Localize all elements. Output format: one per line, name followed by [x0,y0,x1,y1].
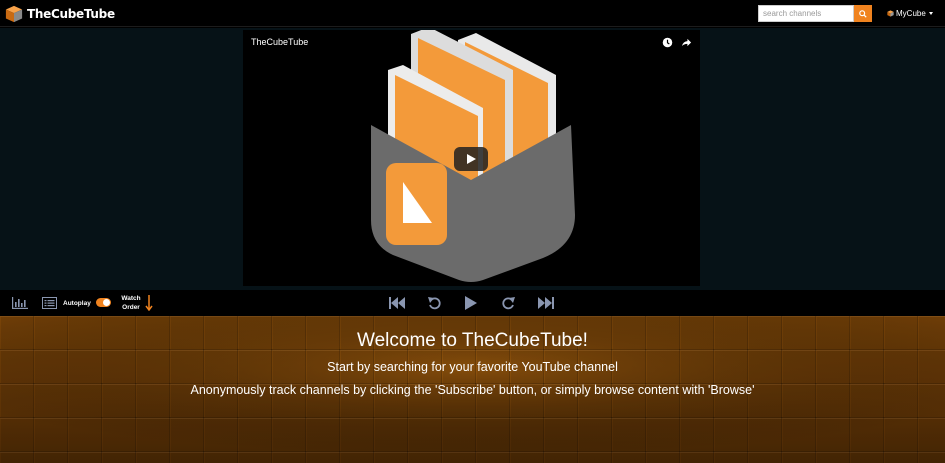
skip-back-icon [389,297,405,309]
search-icon [859,9,867,18]
search-group [758,5,872,22]
redo-icon [502,297,515,310]
stats-icon [12,297,28,309]
welcome-banner: Welcome to TheCubeTube! Start by searchi… [0,316,945,463]
user-menu-label: MyCube [896,8,926,18]
share-icon[interactable] [681,37,692,48]
cube-small-icon [887,9,894,17]
caret-down-icon [928,11,933,15]
skip-forward-icon [538,297,554,309]
user-menu[interactable]: MyCube [887,7,933,19]
player-stage: TheCubeTube [0,28,945,290]
order-arrow[interactable] [145,295,153,311]
replay-button[interactable] [428,295,442,311]
video-title: TheCubeTube [251,37,309,47]
toggle-knob [103,299,110,306]
video-player[interactable]: TheCubeTube [243,30,700,286]
watch-order-line2: Order [122,304,140,311]
cube-logo-icon [5,5,23,22]
list-button[interactable] [42,297,57,309]
watch-order-button[interactable]: Watch Order [119,294,143,312]
navbar: TheCubeTube MyCube [0,0,945,27]
redo-button[interactable] [501,295,515,311]
play-icon [465,296,477,310]
arrow-down-icon [145,295,153,311]
welcome-description: Anonymously track channels by clicking t… [190,383,755,397]
playback-controls: Autoplay Watch Order [0,290,945,316]
list-icon [42,297,57,309]
brand-name: TheCubeTube [27,6,115,21]
skip-back-button[interactable] [389,296,405,310]
watch-later-icon[interactable] [662,37,673,48]
watch-order-line1: Watch [121,295,141,302]
search-button[interactable] [854,5,872,22]
play-button[interactable] [465,296,477,310]
skip-forward-button[interactable] [538,296,554,310]
brand-link[interactable]: TheCubeTube [5,3,115,24]
stats-button[interactable] [12,297,28,309]
autoplay-toggle[interactable] [96,298,111,307]
search-input[interactable] [758,5,854,22]
welcome-subtitle: Start by searching for your favorite You… [327,360,618,374]
autoplay-label: Autoplay [63,300,91,307]
replay-icon [428,297,441,310]
video-actions [662,37,692,48]
play-icon[interactable] [454,147,488,171]
welcome-title: Welcome to TheCubeTube! [357,330,588,351]
